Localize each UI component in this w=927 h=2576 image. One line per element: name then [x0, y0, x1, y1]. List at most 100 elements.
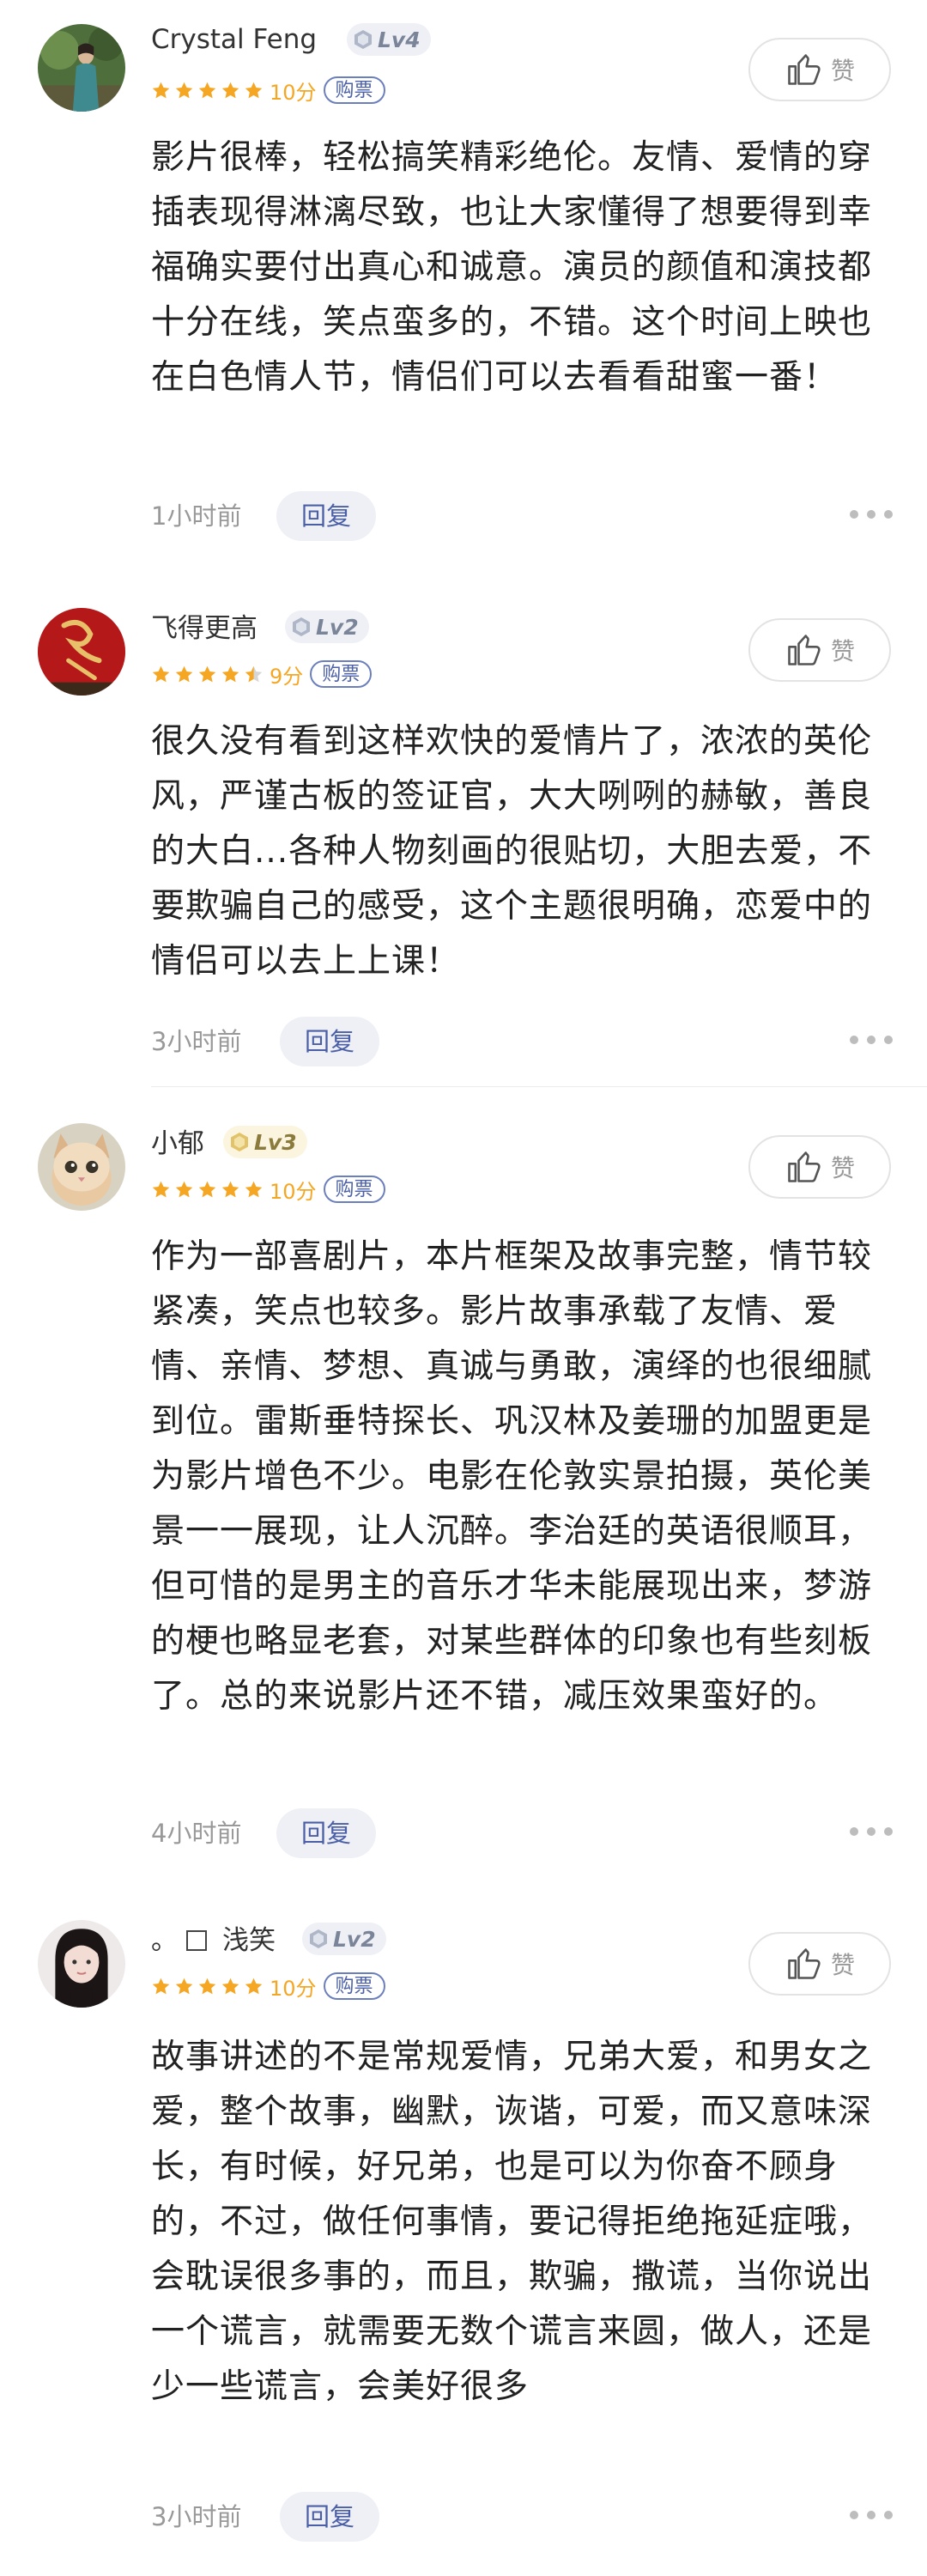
avatar-image: [38, 24, 125, 112]
star-icon: [245, 1181, 263, 1197]
timestamp: 3小时前: [151, 2502, 242, 2531]
username[interactable]: 。 浅笑: [151, 1923, 276, 1958]
more-options-icon[interactable]: [850, 1036, 893, 1048]
star-icon: [152, 1978, 170, 1994]
username-text: 小郁: [151, 1128, 204, 1159]
level-badge: Lv4: [347, 23, 431, 56]
star-icon: [152, 1181, 170, 1197]
avatar-image: [38, 608, 125, 696]
rating-row: 10分 购票: [151, 76, 385, 105]
star-rating: [151, 1977, 267, 1996]
star-icon: [198, 1978, 216, 1994]
username-text: 浅笑: [222, 1925, 276, 1956]
timestamp: 4小时前: [151, 1819, 242, 1848]
star-icon: [175, 1181, 193, 1197]
star-icon: [221, 1181, 239, 1197]
username-prefix: 。: [151, 1925, 178, 1956]
star-rating: [151, 81, 267, 100]
level-badge: Lv3: [223, 1126, 307, 1158]
reply-button[interactable]: 回复: [280, 2492, 379, 2542]
reply-button[interactable]: 回复: [276, 491, 376, 541]
like-label: 赞: [830, 1951, 855, 1979]
star-rating: [151, 665, 267, 684]
star-icon: [221, 1978, 239, 1994]
rating-row: 9分 购票: [151, 659, 373, 689]
more-options-icon[interactable]: [850, 2511, 893, 2523]
comment-text: 故事讲述的不是常规爱情，兄弟大爱，和男女之爱，整个故事，幽默，诙谐，可爱，而又意…: [151, 2038, 873, 2406]
star-icon: [198, 1181, 216, 1197]
like-label: 赞: [830, 1154, 855, 1182]
star-icon: [175, 1978, 193, 1994]
comment-text: 影片很棒，轻松搞笑精彩绝伦。友情、爱情的穿插表现得淋漓尽致，也让大家懂得了想要得…: [151, 138, 873, 397]
like-label: 赞: [830, 637, 855, 665]
level-hexagon-icon: [354, 30, 372, 49]
star-icon: [175, 665, 193, 682]
level-text: Lv3: [254, 1129, 297, 1155]
checkbox-icon: [186, 1930, 207, 1951]
score-text: 9分: [270, 664, 304, 689]
more-options-icon[interactable]: [850, 1827, 893, 1839]
ticket-badge: 购票: [310, 660, 373, 688]
comment-footer: 3小时前 回复: [151, 2492, 893, 2542]
comment-list: Crystal Feng Lv4 10分 购票 赞 影片很棒，轻松搞笑精彩绝伦。…: [0, 0, 927, 2576]
thumbs-up-icon: [788, 635, 821, 665]
username[interactable]: 小郁: [151, 1127, 204, 1161]
ticket-badge: 购票: [323, 1972, 385, 2000]
star-icon: [152, 665, 170, 682]
star-icon: [245, 665, 263, 682]
comment-footer: 1小时前 回复: [151, 491, 893, 541]
divider: [151, 1086, 927, 1087]
like-label: 赞: [830, 57, 855, 85]
star-icon: [198, 82, 216, 98]
avatar[interactable]: [38, 608, 125, 696]
level-hexagon-icon: [293, 617, 310, 636]
comment-footer: 3小时前 回复: [151, 1017, 893, 1066]
rating-row: 10分 购票: [151, 1175, 385, 1204]
star-icon: [175, 82, 193, 98]
star-icon: [245, 82, 263, 98]
star-rating: [151, 1180, 267, 1200]
ticket-badge: 购票: [323, 76, 385, 104]
comment-footer: 4小时前 回复: [151, 1808, 893, 1858]
level-badge: Lv2: [285, 611, 369, 643]
star-icon: [198, 665, 216, 682]
level-badge: Lv2: [302, 1923, 386, 1955]
avatar[interactable]: [38, 1123, 125, 1211]
avatar-image: [38, 1123, 125, 1211]
more-options-icon[interactable]: [850, 510, 893, 522]
star-icon: [245, 1978, 263, 1994]
thumbs-up-icon: [788, 1151, 821, 1182]
level-hexagon-icon: [310, 1929, 327, 1948]
star-icon: [221, 82, 239, 98]
star-icon: [221, 665, 239, 682]
comment-text: 很久没有看到这样欢快的爱情片了，浓浓的英伦风，严谨古板的签证官，大大咧咧的赫敏，…: [151, 722, 873, 981]
reply-button[interactable]: 回复: [280, 1017, 379, 1066]
reply-button[interactable]: 回复: [276, 1808, 376, 1858]
rating-row: 10分 购票: [151, 1971, 385, 2001]
level-hexagon-icon: [231, 1133, 248, 1151]
username[interactable]: Crystal Feng: [151, 22, 317, 57]
avatar[interactable]: [38, 24, 125, 112]
timestamp: 3小时前: [151, 1027, 242, 1056]
score-text: 10分: [270, 1179, 317, 1204]
ticket-badge: 购票: [323, 1176, 385, 1203]
username-text: 飞得更高: [151, 613, 258, 644]
avatar[interactable]: [38, 1920, 125, 2008]
score-text: 10分: [270, 1976, 317, 2001]
thumbs-up-icon: [788, 1948, 821, 1979]
like-button[interactable]: 赞: [748, 1932, 891, 1996]
thumbs-up-icon: [788, 54, 821, 85]
level-text: Lv2: [333, 1926, 376, 1952]
username[interactable]: 飞得更高: [151, 611, 258, 646]
like-button[interactable]: 赞: [748, 1135, 891, 1199]
star-icon: [152, 82, 170, 98]
like-button[interactable]: 赞: [748, 38, 891, 101]
level-text: Lv2: [316, 614, 359, 640]
like-button[interactable]: 赞: [748, 618, 891, 682]
comment-text: 作为一部喜剧片，本片框架及故事完整，情节较紧凑，笑点也较多。影片故事承载了友情、…: [151, 1237, 873, 1716]
score-text: 10分: [270, 80, 317, 105]
username-text: Crystal Feng: [151, 24, 318, 55]
avatar-image: [38, 1920, 125, 2008]
level-text: Lv4: [378, 27, 421, 52]
timestamp: 1小时前: [151, 501, 242, 531]
